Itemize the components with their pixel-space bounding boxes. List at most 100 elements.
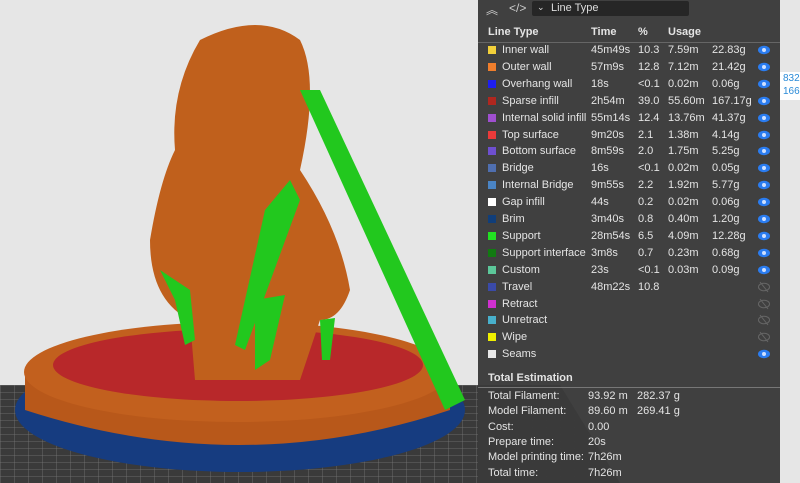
length: 0.02m (668, 77, 699, 90)
legend-row[interactable]: Top surface 9m20s 2.1 1.38m 4.14g (478, 127, 780, 144)
weight: 5.25g (712, 145, 740, 158)
length: 1.75m (668, 145, 699, 158)
percent: 0.2 (638, 196, 654, 209)
legend-row[interactable]: Wipe (478, 329, 780, 346)
header-line-type: Line Type (488, 26, 539, 38)
time: 45m49s (591, 44, 631, 56)
total-value-2: 269.41 g (637, 405, 680, 418)
legend-row[interactable]: Gap infill 44s 0.2 0.02m 0.06g (478, 194, 780, 211)
legend-row[interactable]: Brim 3m40s 0.8 0.40m 1.20g (478, 211, 780, 228)
eye-icon[interactable] (758, 247, 770, 259)
color-swatch (488, 62, 496, 71)
eye-off-icon[interactable] (758, 331, 770, 343)
legend-row[interactable]: Support 28m54s 6.5 4.09m 12.28g (478, 228, 780, 245)
length: 7.59m (668, 44, 699, 56)
chevron-down-icon: ⌄ (537, 2, 545, 12)
legend-row[interactable]: Inner wall 45m49s 10.3 7.59m 22.83g (478, 42, 780, 59)
legend-row[interactable]: Bridge 16s <0.1 0.02m 0.05g (478, 160, 780, 177)
eye-icon[interactable] (758, 112, 770, 124)
eye-off-icon[interactable] (758, 298, 770, 310)
weight: 12.28g (712, 229, 746, 242)
time: 8m59s (591, 145, 625, 158)
legend-row[interactable]: Support interface 3m8s 0.7 0.23m 0.68g (478, 245, 780, 262)
eye-off-icon[interactable] (758, 314, 770, 326)
time: 18s (591, 77, 609, 90)
percent: 2.1 (638, 128, 654, 141)
view-type-select[interactable]: ⌄ Line Type (532, 1, 689, 16)
eye-icon[interactable] (758, 145, 770, 157)
length: 4.09m (668, 229, 699, 242)
weight: 21.42g (712, 60, 746, 73)
total-value: 89.60 m (588, 405, 628, 418)
length: 55.60m (668, 94, 705, 107)
eye-icon[interactable] (758, 348, 770, 360)
time: 2h54m (591, 94, 625, 107)
color-swatch (488, 231, 496, 240)
percent: 12.8 (638, 60, 660, 73)
percent: 6.5 (638, 229, 654, 242)
total-label: Prepare time: (488, 435, 555, 448)
color-swatch (488, 96, 496, 105)
code-icon[interactable]: </> (509, 1, 526, 15)
percent: <0.1 (638, 77, 660, 90)
eye-icon[interactable] (758, 129, 770, 141)
eye-icon[interactable] (758, 213, 770, 225)
color-swatch (488, 248, 496, 257)
legend-row[interactable]: Custom 23s <0.1 0.03m 0.09g (478, 262, 780, 279)
eye-icon[interactable] (758, 196, 770, 208)
total-label: Model Filament: (488, 405, 567, 418)
legend-row[interactable]: Outer wall 57m9s 12.8 7.12m 21.42g (478, 59, 780, 76)
total-value: 20s (588, 435, 606, 448)
total-label: Total time: (488, 466, 539, 479)
weight: 0.06g (712, 77, 740, 90)
legend-row[interactable]: Bottom surface 8m59s 2.0 1.75m 5.25g (478, 143, 780, 160)
legend-row[interactable]: Sparse infill 2h54m 39.0 55.60m 167.17g (478, 93, 780, 110)
color-swatch (488, 164, 496, 173)
header-time: Time (591, 26, 617, 38)
weight: 167.17g (712, 94, 752, 107)
percent: 12.4 (638, 111, 660, 124)
length: 1.38m (668, 128, 699, 141)
divider (478, 387, 780, 388)
line-type-name: Top surface (502, 128, 559, 141)
legend-row[interactable]: Internal Bridge 9m55s 2.2 1.92m 5.77g (478, 177, 780, 194)
percent: <0.1 (638, 263, 660, 276)
eye-icon[interactable] (758, 264, 770, 276)
time: 3m40s (591, 213, 625, 225)
weight: 4.14g (712, 128, 740, 141)
legend-row[interactable]: Internal solid infill 55m14s 12.4 13.76m… (478, 110, 780, 127)
length: 1.92m (668, 179, 699, 192)
line-type-name: Outer wall (502, 60, 552, 73)
eye-icon[interactable] (758, 78, 770, 90)
eye-icon[interactable] (758, 44, 770, 56)
time: 23s (591, 263, 609, 276)
color-swatch (488, 333, 496, 342)
eye-icon[interactable] (758, 61, 770, 73)
line-type-name: Support interface (502, 246, 586, 259)
line-type-name: Unretract (502, 314, 548, 327)
total-label: Cost: (488, 420, 514, 433)
legend-row[interactable]: Unretract (478, 312, 780, 329)
line-type-name: Wipe (502, 331, 528, 344)
length: 0.23m (668, 246, 699, 259)
collapse-icon[interactable]: ︽ (486, 1, 498, 18)
time: 48m22s (591, 280, 631, 293)
eye-icon[interactable] (758, 230, 770, 242)
line-type-name: Retract (502, 297, 538, 310)
eye-icon[interactable] (758, 179, 770, 191)
color-swatch (488, 299, 496, 308)
line-type-name: Gap infill (502, 196, 545, 209)
legend-row[interactable]: Seams (478, 346, 780, 363)
eye-icon[interactable] (758, 95, 770, 107)
legend-row[interactable]: Retract (478, 296, 780, 313)
time: 57m9s (591, 60, 625, 73)
eye-icon[interactable] (758, 162, 770, 174)
line-type-name: Brim (502, 213, 525, 225)
legend-row[interactable]: Travel 48m22s 10.8 (478, 279, 780, 296)
eye-off-icon[interactable] (758, 281, 770, 293)
total-label: Total Filament: (488, 390, 560, 402)
color-swatch (488, 350, 496, 359)
weight: 0.06g (712, 196, 740, 209)
legend-row[interactable]: Overhang wall 18s <0.1 0.02m 0.06g (478, 76, 780, 93)
length: 0.03m (668, 263, 699, 276)
